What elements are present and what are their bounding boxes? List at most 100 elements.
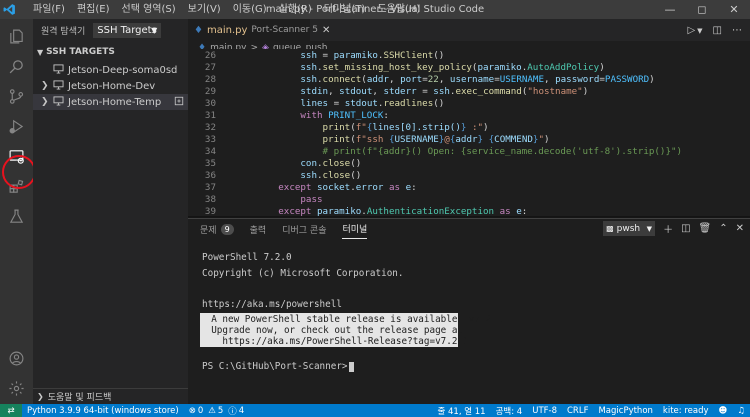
split-terminal-icon[interactable]: ◫ xyxy=(681,223,690,234)
ssh-target-label: Jetson-Deep-soma0sd xyxy=(68,64,178,76)
open-in-new-window-icon[interactable] xyxy=(174,96,184,109)
menu-item[interactable]: 터미널(T) xyxy=(318,0,372,19)
chevron-down-icon[interactable]: ▼ xyxy=(697,27,702,36)
tab-main-py[interactable]: ♦ main.py Port-Scanner 5 ✕ xyxy=(188,19,330,41)
run-icon[interactable]: ▷ xyxy=(687,25,695,36)
editor-tabs: ♦ main.py Port-Scanner 5 ✕ ▷ ▼ ◫ ⋯ xyxy=(188,19,750,41)
ssh-target-list: Jetson-Deep-soma0sd ❯ Jetson-Home-Dev ❯ Jets… xyxy=(33,62,188,110)
code-text: ssh.connect(addr, port=22, username=USER… xyxy=(300,74,655,85)
code-text: lines = stdout.readlines() xyxy=(300,98,445,109)
terminal-prompt[interactable]: PS C:\GitHub\Port-Scanner> xyxy=(202,360,354,373)
update-notice-box: A new PowerShell stable release is avail… xyxy=(200,313,502,347)
line-number: 39 xyxy=(204,206,216,216)
menu-item[interactable]: 도움말(H) xyxy=(371,0,426,19)
info-count: 4 xyxy=(238,405,245,416)
warning-count: 5 xyxy=(217,405,224,416)
feedback-icon[interactable]: ☻ xyxy=(714,406,733,416)
minimize-button[interactable]: — xyxy=(654,0,686,19)
account-icon[interactable] xyxy=(0,343,33,373)
language-mode[interactable]: MagicPython xyxy=(593,406,657,416)
code-line[interactable]: 39 except paramiko.AuthenticationExcepti… xyxy=(188,205,750,216)
cursor-position[interactable]: 줄 41, 열 11 xyxy=(433,405,491,417)
run-debug-icon[interactable] xyxy=(0,111,33,141)
code-text: con.close() xyxy=(300,158,362,169)
menu-item[interactable]: 파일(F) xyxy=(27,0,71,19)
terminal-line: PowerShell 7.2.0 xyxy=(202,252,292,263)
panel-tab-label: 출력 xyxy=(249,225,267,236)
status-bar: ⇄ Python 3.9.9 64-bit (windows store) ⊗ 0… xyxy=(0,404,750,417)
explorer-icon[interactable] xyxy=(0,21,33,51)
ssh-target-item[interactable]: ❯ Jetson-Home-Dev xyxy=(33,78,188,94)
split-editor-icon[interactable]: ◫ xyxy=(713,25,722,36)
kill-terminal-icon[interactable]: 🗑 xyxy=(699,223,712,234)
chevron-down-icon: ▼ xyxy=(151,25,158,35)
tab-terminal[interactable]: 터미널 xyxy=(342,219,368,239)
ssh-target-item[interactable]: ❯ Jetson-Home-Temp xyxy=(33,94,188,110)
close-panel-icon[interactable]: ✕ xyxy=(736,223,744,234)
maximize-panel-icon[interactable]: ⌃ xyxy=(719,223,727,234)
notifications-bell-icon[interactable]: ♫ xyxy=(732,406,750,416)
panel-tab-label: 문제 xyxy=(200,225,217,236)
kite-status[interactable]: kite: ready xyxy=(658,406,714,416)
ssh-target-label: Jetson-Home-Temp xyxy=(68,96,162,108)
code-text: except socket.error as e: xyxy=(278,182,417,193)
settings-gear-icon[interactable] xyxy=(0,373,33,403)
code-text: ssh.set_missing_host_key_policy(paramiko… xyxy=(300,62,605,73)
menu-item[interactable]: 이동(G) xyxy=(227,0,273,19)
new-terminal-icon[interactable]: ＋ xyxy=(663,221,673,236)
menu-item[interactable]: 실행(R) xyxy=(273,0,318,19)
terminal-icon: ▩ xyxy=(606,224,614,233)
line-ending[interactable]: CRLF xyxy=(562,406,593,416)
more-actions-icon[interactable]: ⋯ xyxy=(732,25,742,36)
remote-type-select-value: SSH Targets xyxy=(97,24,157,36)
python-interpreter[interactable]: Python 3.9.9 64-bit (windows store) xyxy=(22,406,184,416)
warning-icon: ⚠ xyxy=(208,405,216,416)
tab-output[interactable]: 출력 xyxy=(250,219,267,239)
code-text: with PRINT_LOCK: xyxy=(300,110,389,121)
menu-item[interactable]: 보기(V) xyxy=(182,0,227,19)
code-text: ssh = paramiko.SSHClient() xyxy=(300,50,445,61)
close-icon[interactable]: ✕ xyxy=(322,25,330,36)
search-icon[interactable] xyxy=(0,51,33,81)
menu-item[interactable]: 편집(E) xyxy=(71,0,116,19)
help-feedback-section[interactable]: ❯ 도움말 및 피드백 xyxy=(33,388,188,404)
remote-explorer-sidebar: 원격 탐색기 SSH Targets ▼ ▼ SSH TARGETS Jetso… xyxy=(33,19,188,404)
terminal-line: https://aka.ms/powershell xyxy=(202,298,342,310)
code-text: print(f"ssh {USERNAME}@{addr} {COMMEND}"… xyxy=(322,134,550,145)
code-text: # print(f"{addr}() Open: {service_name.d… xyxy=(234,146,683,157)
prompt-text: PS C:\GitHub\Port-Scanner> xyxy=(202,361,348,372)
activity-bar xyxy=(0,19,36,404)
source-control-icon[interactable] xyxy=(0,81,33,111)
indentation[interactable]: 공백: 4 xyxy=(491,405,528,417)
code-text: print(f"{lines[0].strip()} :") xyxy=(322,122,489,133)
info-icon: ⓘ xyxy=(228,406,237,417)
problems-indicator[interactable]: ⊗ 0 ⚠ 5 ⓘ 4 xyxy=(184,405,250,417)
tab-problems[interactable]: 문제 9 xyxy=(200,219,234,239)
testing-flask-icon[interactable] xyxy=(0,201,33,231)
chevron-down-icon: ▼ xyxy=(646,224,653,233)
ssh-target-item[interactable]: Jetson-Deep-soma0sd xyxy=(33,62,188,78)
update-notice-line: https://aka.ms/PowerShell-Release?tag=v7… xyxy=(200,336,469,347)
code-text: ssh.close() xyxy=(300,170,362,181)
terminal-select[interactable]: ▩ pwsh ▼ xyxy=(603,221,656,236)
encoding[interactable]: UTF-8 xyxy=(527,406,562,416)
maximize-button[interactable]: ◻ xyxy=(686,0,718,19)
update-notice-line: A new PowerShell stable release is avail… xyxy=(200,314,503,325)
sidebar-title: 원격 탐색기 xyxy=(41,26,86,37)
ssh-targets-section[interactable]: ▼ SSH TARGETS xyxy=(33,42,188,62)
monitor-icon xyxy=(53,63,64,77)
monitor-icon xyxy=(53,79,64,93)
remote-indicator-icon[interactable]: ⇄ xyxy=(0,404,22,417)
ssh-target-label: Jetson-Home-Dev xyxy=(68,80,156,92)
close-button[interactable]: ✕ xyxy=(718,0,750,19)
panel-tab-label: 터미널 xyxy=(342,225,368,235)
code-text: pass xyxy=(300,194,323,205)
menu-item[interactable]: 선택 영역(S) xyxy=(116,0,182,19)
tab-debug-console[interactable]: 디버그 콘솔 xyxy=(282,219,326,239)
terminal-line: Copyright (c) Microsoft Corporation. xyxy=(202,267,404,279)
code-editor[interactable]: 26 ssh = paramiko.SSHClient() 27 ssh.set_… xyxy=(188,49,750,216)
title-bar: 파일(F) 편집(E) 선택 영역(S) 보기(V) 이동(G) 실행(R) 터미널(T) 도… xyxy=(0,0,750,19)
remote-type-select[interactable]: SSH Targets ▼ xyxy=(93,22,162,38)
chevron-right-icon: ❯ xyxy=(37,392,44,401)
sidebar-header: 원격 탐색기 SSH Targets ▼ xyxy=(33,19,188,41)
